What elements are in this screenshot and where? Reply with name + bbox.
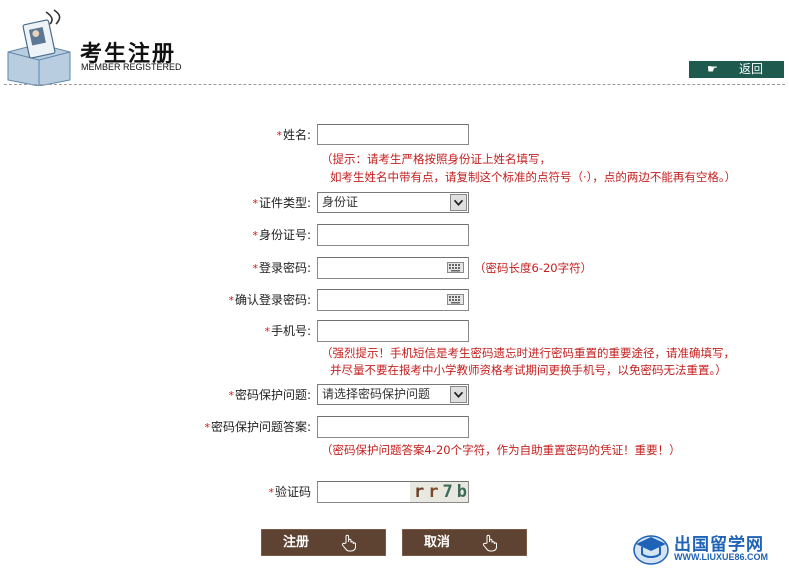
password-input[interactable] (317, 257, 469, 279)
phone-hint-line2: 并尽量不要在报考中小学教师资格考试期间更换手机号，以免密码无法重置。） (330, 363, 727, 377)
back-button[interactable]: ☛ 返回 (689, 61, 784, 78)
name-input[interactable] (317, 124, 469, 145)
captcha-text: rr7b (414, 482, 468, 502)
phone-input[interactable] (317, 320, 469, 342)
member-badge-icon (7, 9, 71, 86)
phone-label: *手机号: (264, 324, 311, 338)
page-subtitle: MEMBER REGISTERED (81, 62, 182, 72)
captcha-row: *验证码 (0, 481, 789, 507)
back-arrow-icon: ☛ (707, 62, 718, 76)
graduation-cap-logo-icon (633, 535, 669, 565)
cancel-button-label: 取消 (424, 535, 451, 550)
captcha-char: r (414, 482, 429, 502)
captcha-char: r (428, 482, 443, 502)
security-question-value: 请选择密码保护问题 (322, 387, 431, 401)
captcha-image[interactable]: rr7b (410, 482, 468, 502)
id-number-label: *身份证号: (252, 228, 311, 242)
security-answer-label: *密码保护问题答案: (204, 420, 311, 434)
security-question-label: *密码保护问题: (228, 388, 311, 402)
pointer-hand-icon (482, 534, 497, 552)
security-answer-hint: （密码保护问题答案4-20个字符，作为自助重置密码的凭证！重要！） (321, 443, 681, 457)
password-row: *登录密码: （密码长度6-20字符） (0, 257, 789, 283)
captcha-label: *验证码 (268, 485, 311, 499)
security-question-row: *密码保护问题: 请选择密码保护问题 (0, 384, 789, 410)
id-type-label: *证件类型: (252, 196, 311, 210)
keyboard-icon[interactable] (447, 262, 464, 273)
register-button[interactable]: 注册 (261, 529, 386, 556)
captcha-char: b (456, 482, 468, 502)
security-question-select[interactable]: 请选择密码保护问题 (317, 384, 469, 405)
password-label: *登录密码: (252, 261, 311, 275)
security-answer-row: *密码保护问题答案: (0, 416, 789, 442)
back-button-label: 返回 (739, 62, 764, 76)
id-type-value: 身份证 (322, 195, 359, 209)
register-button-label: 注册 (283, 535, 310, 550)
name-row: *姓名: (0, 124, 789, 150)
id-number-input[interactable] (317, 224, 469, 246)
pointer-hand-icon (341, 534, 356, 552)
id-type-select[interactable]: 身份证 (317, 192, 469, 213)
watermark-url: WWW.LIUXUE86.COM (674, 552, 768, 562)
security-answer-input[interactable] (317, 416, 469, 438)
chevron-down-icon (450, 386, 467, 403)
name-hint-line2: 如考生姓名中带有点，请复制这个标准的点符号（·），点的两边不能再有空格。） (330, 170, 737, 184)
keyboard-icon[interactable] (447, 294, 464, 305)
id-type-row: *证件类型: 身份证 (0, 192, 789, 218)
header-divider (4, 84, 785, 85)
id-number-row: *身份证号: (0, 224, 789, 250)
confirm-password-input[interactable] (317, 289, 469, 311)
site-watermark: 出国留学网 WWW.LIUXUE86.COM (630, 528, 789, 569)
confirm-password-label: *确认登录密码: (228, 293, 311, 307)
page-header: 考生注册 MEMBER REGISTERED ☛ 返回 (0, 0, 789, 90)
cancel-button[interactable]: 取消 (402, 529, 527, 556)
phone-row: *手机号: (0, 320, 789, 346)
name-label: *姓名: (276, 128, 311, 142)
name-hint-line1: （提示：请考生严格按照身份证上姓名填写， (321, 152, 551, 166)
chevron-down-icon (450, 194, 467, 211)
captcha-char: 7 (442, 482, 457, 502)
password-hint: （密码长度6-20字符） (474, 261, 593, 275)
phone-hint-line1: （强烈提示！手机短信是考生密码遗忘时进行密码重置的重要途径，请准确填写， (321, 346, 735, 360)
confirm-password-row: *确认登录密码: (0, 289, 789, 315)
